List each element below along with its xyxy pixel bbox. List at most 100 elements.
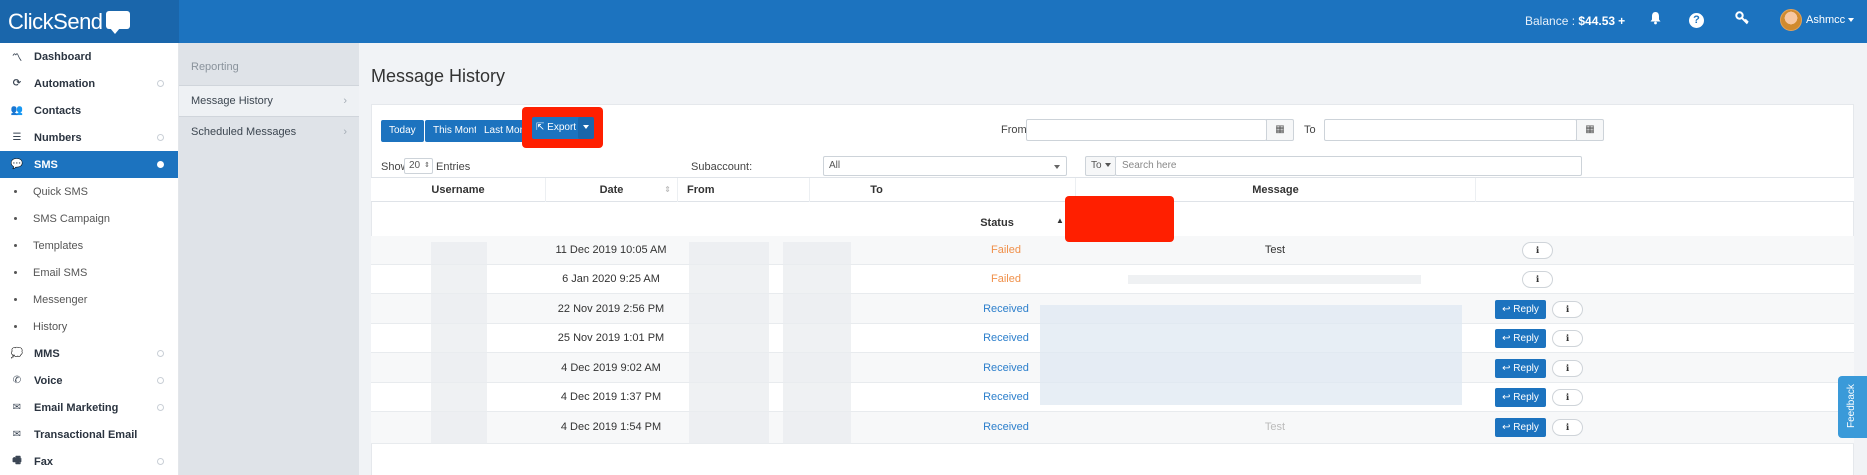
- info-button[interactable]: ℹ: [1552, 389, 1583, 406]
- info-button[interactable]: ℹ: [1552, 330, 1583, 347]
- subaccount-select[interactable]: All: [823, 156, 1067, 176]
- expand-indicator: [157, 377, 164, 384]
- today-button[interactable]: Today: [381, 120, 424, 142]
- clicksend-logo[interactable]: ClickSend: [0, 0, 179, 43]
- page-title: Message History: [371, 66, 506, 86]
- bell-icon[interactable]: [1645, 11, 1665, 31]
- subnav-heading: Reporting: [191, 61, 239, 73]
- feedback-label: Feedback: [1846, 384, 1857, 428]
- reply-button[interactable]: ↩ Reply: [1495, 388, 1546, 407]
- sidebar-item-label: SMS: [34, 158, 58, 171]
- column-username[interactable]: Username: [371, 178, 545, 202]
- help-icon[interactable]: ?: [1689, 13, 1704, 28]
- avatar[interactable]: [1780, 9, 1802, 31]
- sidebar-subitem-email-sms[interactable]: Email SMS: [0, 259, 178, 286]
- info-button[interactable]: ℹ: [1552, 419, 1583, 436]
- search-field-select[interactable]: To: [1085, 156, 1116, 176]
- stepper-icon: ⇕: [424, 162, 430, 169]
- subitem-label: SMS Campaign: [33, 212, 111, 225]
- reply-button[interactable]: ↩ Reply: [1495, 300, 1546, 319]
- reply-icon: ↩: [1502, 304, 1514, 315]
- calendar-icon[interactable]: ▦: [1576, 119, 1604, 141]
- export-icon: ⇱: [536, 122, 545, 133]
- sidebar-item-label: Contacts: [34, 104, 82, 117]
- redacted-message: [1128, 275, 1421, 284]
- sidebar-item-fax[interactable]: 🖷 Fax: [0, 448, 178, 475]
- sidebar-item-transactional-email[interactable]: ✉ Transactional Email: [0, 421, 178, 448]
- account-balance[interactable]: Balance : $44.53 +: [1525, 14, 1625, 28]
- reply-button[interactable]: ↩ Reply: [1495, 329, 1546, 348]
- sidebar-item-label: Voice: [34, 374, 63, 387]
- column-from[interactable]: From: [677, 178, 809, 202]
- sidebar-subitem-history[interactable]: History: [0, 313, 178, 340]
- row-date: 22 Nov 2019 2:56 PM: [557, 303, 665, 315]
- export-label: Export: [547, 122, 577, 133]
- column-status[interactable]: Status: [955, 215, 1039, 232]
- users-icon: 👥: [10, 105, 24, 116]
- sidebar-item-dashboard[interactable]: 〽 Dashboard: [0, 43, 178, 70]
- info-button[interactable]: ℹ: [1522, 271, 1553, 288]
- sidebar-subitem-messenger[interactable]: Messenger: [0, 286, 178, 313]
- feedback-tab[interactable]: Feedback: [1838, 376, 1867, 438]
- column-to[interactable]: To: [809, 178, 943, 202]
- envelope-icon: ✉: [12, 429, 22, 440]
- key-icon[interactable]: [1732, 11, 1752, 31]
- top-navbar: ClickSend Balance : $44.53 + ? Ashmcc: [0, 0, 1867, 43]
- column-actions: [1475, 178, 1854, 202]
- calendar-icon[interactable]: ▦: [1266, 119, 1294, 141]
- subitem-label: Email SMS: [33, 266, 88, 279]
- reply-button[interactable]: ↩ Reply: [1495, 418, 1546, 437]
- table-row: 6 Jan 2020 9:25 AM Failed ℹ: [371, 265, 1854, 294]
- sidebar-subitem-sms-campaign[interactable]: SMS Campaign: [0, 205, 178, 232]
- comment-icon: 💬: [10, 159, 24, 170]
- sidebar-item-sms[interactable]: 💬 SMS: [0, 151, 178, 178]
- subnav-item-scheduled-messages[interactable]: Scheduled Messages ›: [179, 116, 359, 147]
- subitem-label: Templates: [33, 239, 84, 252]
- export-dropdown-toggle[interactable]: [578, 117, 594, 139]
- column-status-label: Status: [980, 217, 1014, 229]
- row-status: Received: [983, 421, 1029, 433]
- row-message: Test: [1264, 244, 1286, 256]
- sidebar-item-numbers[interactable]: ☰ Numbers: [0, 124, 178, 151]
- entries-select[interactable]: 20 ⇕: [404, 158, 433, 174]
- subitem-label: Messenger: [33, 293, 88, 306]
- phone-icon: ✆: [12, 375, 22, 386]
- sidebar-item-label: MMS: [34, 347, 60, 360]
- balance-value: $44.53: [1578, 14, 1616, 28]
- subitem-label: Quick SMS: [33, 185, 89, 198]
- sidebar-item-contacts[interactable]: 👥 Contacts: [0, 97, 178, 124]
- column-status-cell: [943, 178, 1075, 202]
- search-placeholder: Search here: [1122, 160, 1177, 171]
- sidebar-item-label: Email Marketing: [34, 401, 119, 414]
- username-label: Ashmcc: [1806, 14, 1846, 26]
- from-date-input[interactable]: [1026, 119, 1267, 141]
- to-date-input[interactable]: [1324, 119, 1577, 141]
- search-input[interactable]: Search here: [1115, 156, 1582, 176]
- sidebar-subitem-templates[interactable]: Templates: [0, 232, 178, 259]
- user-menu[interactable]: Ashmcc: [1806, 14, 1855, 26]
- sidebar-item-mms[interactable]: 💭 MMS: [0, 340, 178, 367]
- redacted-username: [431, 242, 487, 444]
- row-date: 4 Dec 2019 1:54 PM: [560, 421, 662, 433]
- sidebar-subitem-quick-sms[interactable]: Quick SMS: [0, 178, 178, 205]
- sidebar-item-email-marketing[interactable]: ✉ Email Marketing: [0, 394, 178, 421]
- row-date: 25 Nov 2019 1:01 PM: [557, 332, 665, 344]
- sidebar-item-voice[interactable]: ✆ Voice: [0, 367, 178, 394]
- column-date[interactable]: Date ⇕: [545, 178, 677, 202]
- subnav-item-label: Scheduled Messages: [191, 126, 297, 138]
- reply-button[interactable]: ↩ Reply: [1495, 359, 1546, 378]
- expand-indicator: [157, 404, 164, 411]
- search-field-value: To: [1091, 160, 1102, 171]
- sort-asc-icon: ▲: [1056, 216, 1064, 225]
- subnav-item-message-history[interactable]: Message History ›: [179, 85, 359, 116]
- info-button[interactable]: ℹ: [1522, 242, 1553, 259]
- add-credit-icon[interactable]: +: [1618, 14, 1625, 28]
- info-button[interactable]: ℹ: [1552, 360, 1583, 377]
- sort-icon: ⇕: [664, 185, 671, 194]
- expand-indicator: [157, 458, 164, 465]
- reply-icon: ↩: [1502, 363, 1514, 374]
- info-button[interactable]: ℹ: [1552, 301, 1583, 318]
- reply-label: Reply: [1513, 392, 1539, 403]
- entries-value: 20: [409, 160, 421, 171]
- sidebar-item-automation[interactable]: ⟳ Automation: [0, 70, 178, 97]
